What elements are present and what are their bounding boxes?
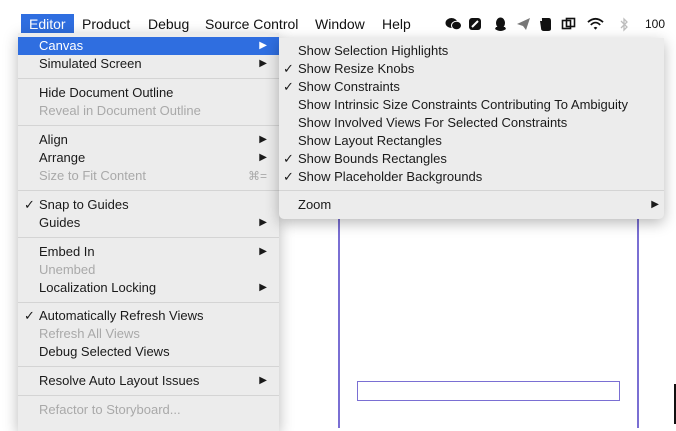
menu-item-localization-locking[interactable]: Localization Locking ▶ [18, 279, 279, 297]
menu-item-label: Hide Document Outline [39, 85, 174, 100]
checkmark-icon: ✓ [24, 197, 35, 212]
submenu-arrow-icon: ▶ [259, 152, 267, 163]
submenu-arrow-icon: ▶ [259, 217, 267, 228]
menu-item-simulated-screen[interactable]: Simulated Screen ▶ [18, 55, 279, 73]
submenu-item-show-constraints[interactable]: ✓ Show Constraints [279, 78, 664, 96]
menu-item-label: Unembed [39, 262, 96, 277]
menu-bar: Editor Product Debug Source Control Wind… [0, 0, 676, 34]
menubar-product[interactable]: Product [82, 14, 130, 34]
submenu-arrow-icon: ▶ [651, 199, 659, 210]
submenu-item-show-involved-views[interactable]: Show Involved Views For Selected Constra… [279, 114, 664, 132]
submenu-item-zoom[interactable]: Zoom ▶ [279, 196, 664, 214]
menu-item-snap-to-guides[interactable]: ✓ Snap to Guides [18, 196, 279, 214]
menu-item-label: Localization Locking [39, 280, 157, 295]
menu-item-label: Refresh All Views [39, 326, 140, 341]
battery-percentage: 100 [645, 17, 666, 31]
menu-item-label: Align [39, 132, 68, 147]
menu-item-hide-document-outline[interactable]: Hide Document Outline [18, 84, 279, 102]
menu-separator [279, 190, 664, 191]
editor-menu: Canvas ▶ Simulated Screen ▶ Hide Documen… [18, 33, 279, 431]
submenu-item-show-resize-knobs[interactable]: ✓ Show Resize Knobs [279, 60, 664, 78]
menu-item-label: Resolve Auto Layout Issues [39, 373, 200, 388]
menu-item-label: Zoom [298, 197, 332, 212]
checkmark-icon: ✓ [24, 308, 35, 323]
menu-item-unembed: Unembed [18, 261, 279, 279]
menu-item-reveal-in-document-outline: Reveal in Document Outline [18, 102, 279, 120]
menubar-help[interactable]: Help [382, 14, 411, 34]
submenu-arrow-icon: ▶ [259, 246, 267, 257]
menu-item-embed-in[interactable]: Embed In ▶ [18, 243, 279, 261]
menu-separator [18, 78, 279, 79]
menu-item-label: Show Intrinsic Size Constraints Contribu… [298, 97, 628, 112]
menu-separator [18, 125, 279, 126]
menu-item-label: Automatically Refresh Views [39, 308, 204, 323]
menu-item-label: Show Involved Views For Selected Constra… [298, 115, 568, 130]
submenu-item-show-bounds-rectangles[interactable]: ✓ Show Bounds Rectangles [279, 150, 664, 168]
menu-item-refactor-to-storyboard: Refactor to Storyboard... [18, 401, 279, 419]
menu-item-label: Canvas [39, 38, 84, 53]
menu-item-arrange[interactable]: Arrange ▶ [18, 149, 279, 167]
menu-item-label: Show Constraints [298, 79, 400, 94]
menu-item-label: Snap to Guides [39, 197, 129, 212]
submenu-item-show-layout-rectangles[interactable]: Show Layout Rectangles [279, 132, 664, 150]
submenu-arrow-icon: ▶ [259, 282, 267, 293]
qq-icon[interactable] [492, 16, 509, 32]
checkmark-icon: ✓ [283, 151, 294, 166]
menu-separator [18, 190, 279, 191]
menu-item-label: Show Layout Rectangles [298, 133, 442, 148]
menu-item-label: Simulated Screen [39, 56, 142, 71]
menu-separator [18, 366, 279, 367]
menu-item-label: Arrange [39, 150, 86, 165]
menu-item-label: Show Resize Knobs [298, 61, 415, 76]
menu-item-label: Debug Selected Views [39, 344, 170, 359]
menu-item-label: Reveal in Document Outline [39, 103, 201, 118]
scene-text-field[interactable] [357, 381, 620, 401]
send-icon[interactable] [515, 16, 532, 32]
checkmark-icon: ✓ [283, 61, 294, 76]
screenshot-icon[interactable] [560, 16, 577, 32]
menubar-window[interactable]: Window [315, 14, 365, 34]
menu-item-label: Refactor to Storyboard... [39, 402, 181, 417]
editor-left-edge [0, 33, 18, 431]
menu-item-align[interactable]: Align ▶ [18, 131, 279, 149]
menu-item-label: Show Bounds Rectangles [298, 151, 447, 166]
menu-item-label: Show Placeholder Backgrounds [298, 169, 483, 184]
submenu-arrow-icon: ▶ [259, 134, 267, 145]
menu-separator [18, 395, 279, 396]
checkmark-icon: ✓ [283, 169, 294, 184]
submenu-item-show-placeholder-backgrounds[interactable]: ✓ Show Placeholder Backgrounds [279, 168, 664, 186]
submenu-arrow-icon: ▶ [259, 58, 267, 69]
submenu-arrow-icon: ▶ [259, 375, 267, 386]
menu-item-label: Size to Fit Content [39, 168, 146, 183]
menu-item-label: Embed In [39, 244, 95, 259]
menu-item-label: Guides [39, 215, 81, 230]
menu-item-guides[interactable]: Guides ▶ [18, 214, 279, 232]
menu-item-label: Show Selection Highlights [298, 43, 449, 58]
submenu-arrow-icon: ▶ [259, 40, 267, 51]
submenu-item-show-intrinsic-size-constraints[interactable]: Show Intrinsic Size Constraints Contribu… [279, 96, 664, 114]
menu-item-debug-selected-views[interactable]: Debug Selected Views [18, 343, 279, 361]
menu-item-automatically-refresh-views[interactable]: ✓ Automatically Refresh Views [18, 307, 279, 325]
menu-item-resolve-auto-layout-issues[interactable]: Resolve Auto Layout Issues ▶ [18, 372, 279, 390]
menubar-debug[interactable]: Debug [148, 14, 189, 34]
shortcut-label: ⌘= [247, 169, 267, 183]
menu-item-size-to-fit-content: Size to Fit Content ⌘= [18, 167, 279, 185]
wechat-icon[interactable] [445, 16, 462, 32]
menu-item-refresh-all-views: Refresh All Views [18, 325, 279, 343]
menu-separator [18, 302, 279, 303]
checkmark-icon: ✓ [283, 79, 294, 94]
wifi-icon[interactable] [587, 16, 604, 32]
evernote-icon[interactable] [537, 16, 554, 32]
menu-separator [18, 237, 279, 238]
bluetooth-icon[interactable] [615, 16, 632, 32]
menubar-source-control[interactable]: Source Control [205, 14, 298, 34]
menu-item-canvas[interactable]: Canvas ▶ [18, 37, 279, 55]
app-icon[interactable] [466, 16, 483, 32]
canvas-submenu: Show Selection Highlights ✓ Show Resize … [279, 38, 664, 219]
submenu-item-show-selection-highlights[interactable]: Show Selection Highlights [279, 42, 664, 60]
menubar-editor[interactable]: Editor [21, 14, 74, 34]
